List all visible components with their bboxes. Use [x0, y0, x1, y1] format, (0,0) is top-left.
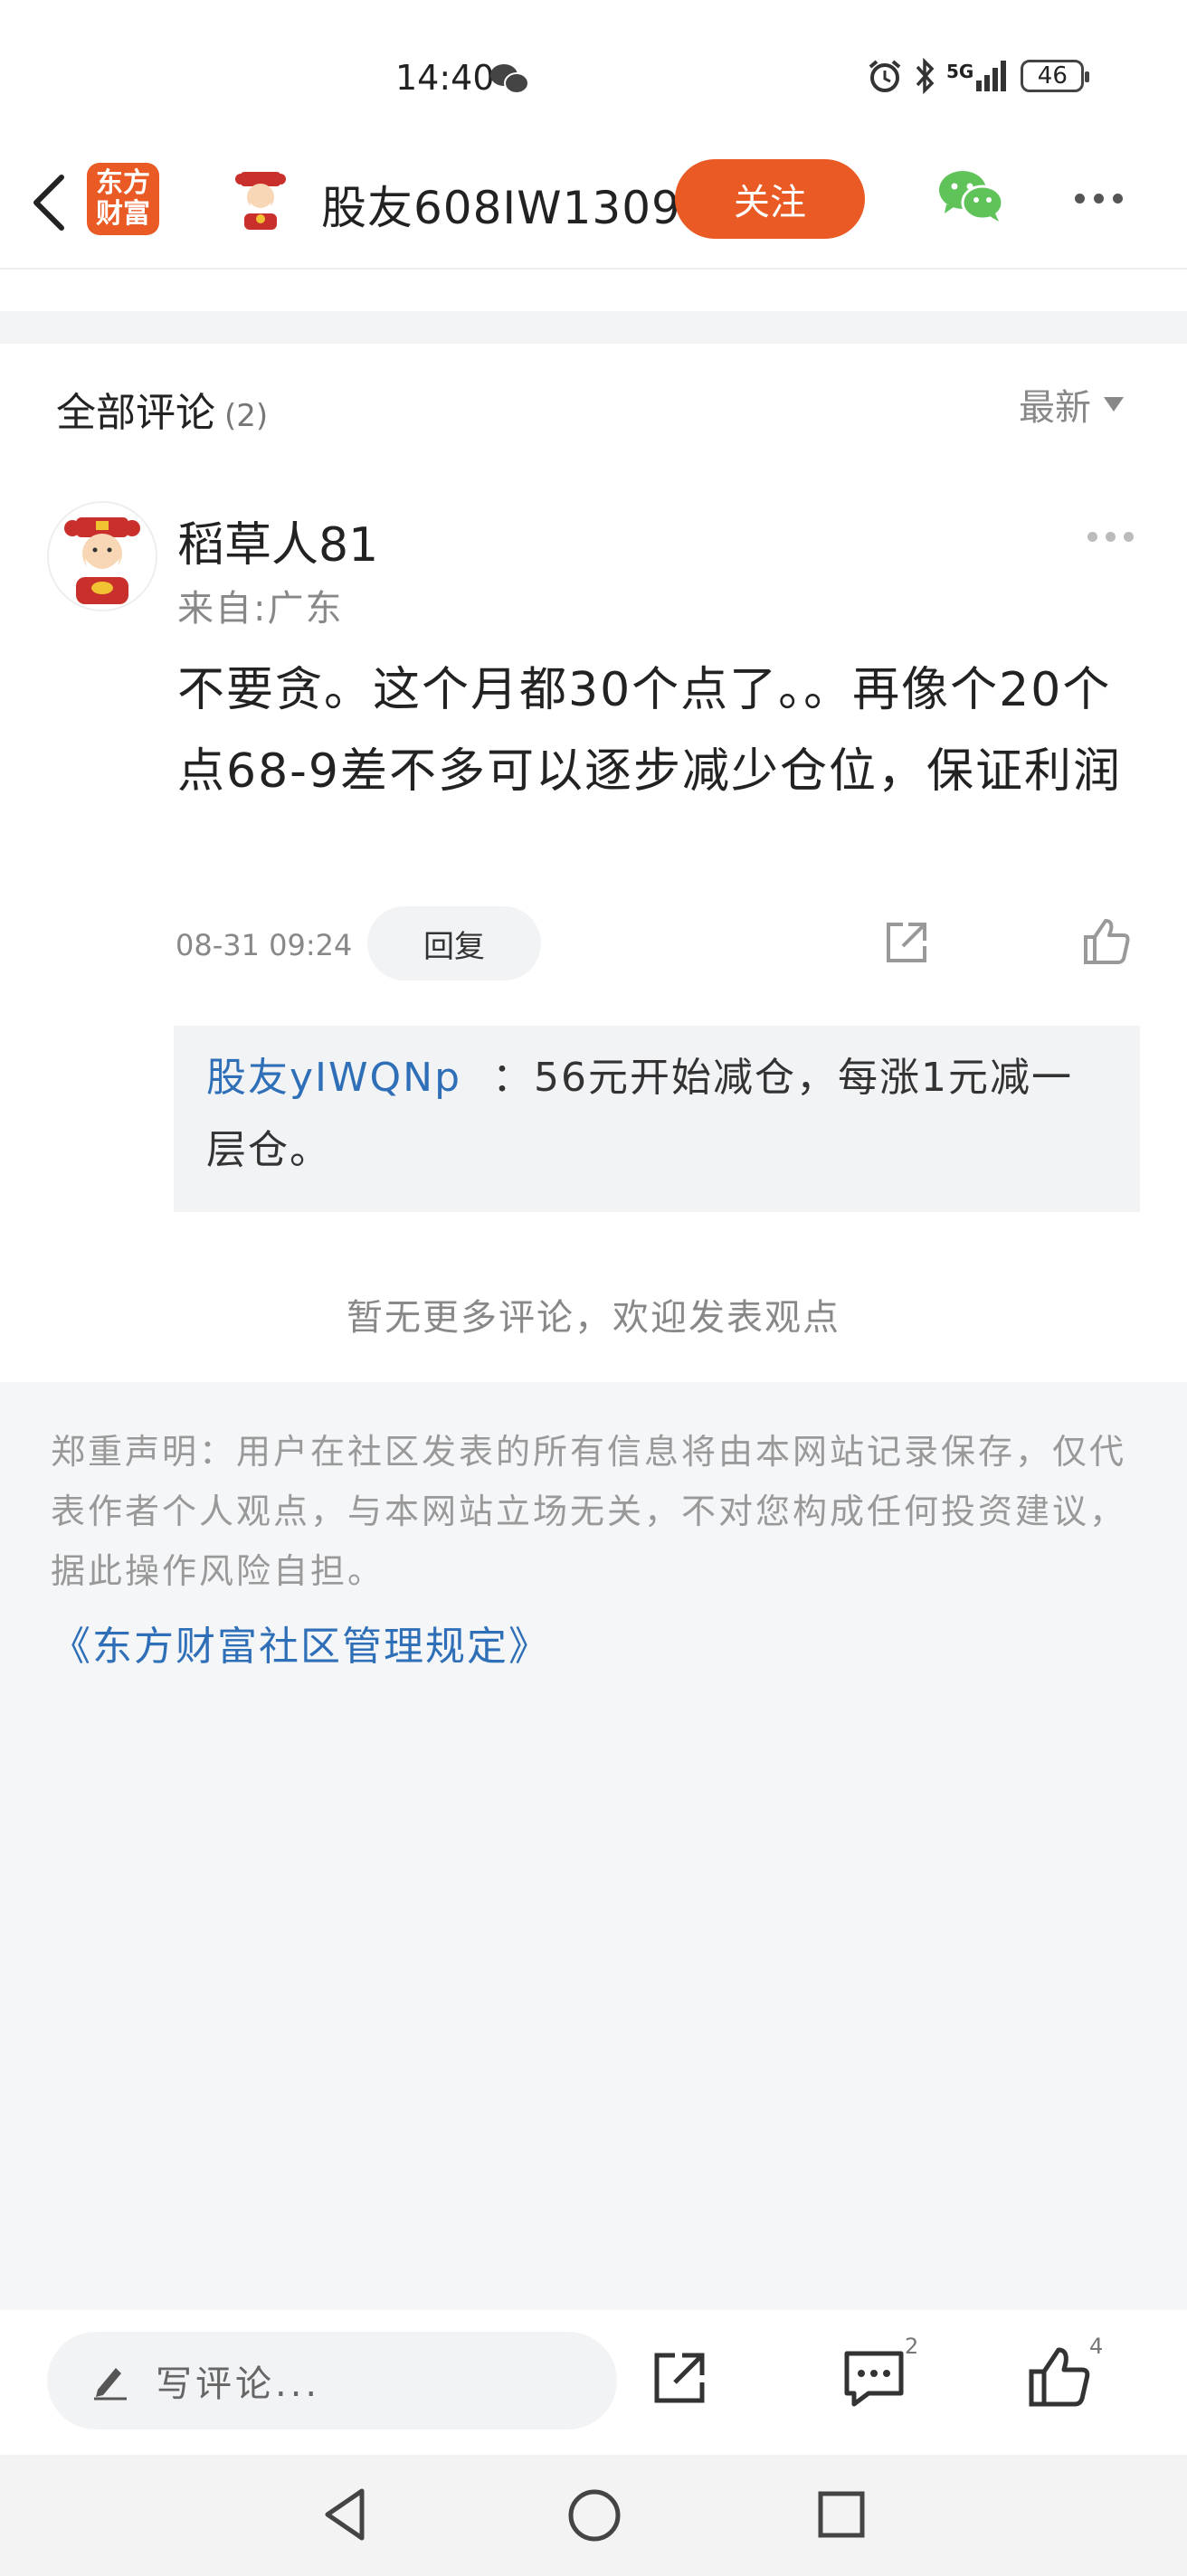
reply-content: 股友yIWQNp ：56元开始减仓，每涨1元减一层仓。 [206, 1042, 1107, 1187]
section-divider [0, 311, 1187, 344]
battery-level: 46 [1037, 62, 1068, 90]
header-username: 股友608IW13096 [321, 182, 711, 234]
comment-timestamp: 08-31 09:24 [176, 928, 353, 962]
more-options-icon[interactable] [1075, 194, 1123, 204]
wechat-notification-icon [489, 62, 530, 99]
nav-back-icon[interactable] [320, 2486, 369, 2547]
likes-count-badge: 4 [1089, 2334, 1104, 2359]
follow-button[interactable]: 关注 [675, 159, 865, 239]
brand-line-1: 东方 [96, 167, 150, 199]
author-avatar-small[interactable] [228, 166, 293, 232]
like-icon[interactable]: 4 [1026, 2334, 1103, 2415]
sort-dropdown[interactable]: 最新 [1019, 378, 1124, 431]
nav-home-icon[interactable] [566, 2487, 622, 2547]
write-comment-input[interactable]: 写评论... [47, 2332, 617, 2429]
battery-icon: 46 [1021, 60, 1090, 92]
signal-5g-icon: 5G [946, 61, 1007, 91]
eastmoney-logo[interactable]: 东方 财富 [87, 163, 159, 235]
share-icon[interactable] [881, 917, 932, 971]
dropdown-arrow-icon [1104, 397, 1124, 412]
comment-text: 不要贪。这个月都30个点了。。再像个20个点68-9差不多可以逐步减少仓位，保证… [177, 663, 1123, 799]
comment-more-icon[interactable] [1087, 532, 1134, 542]
comments-title-text: 全部评论 [56, 390, 215, 436]
reply-preview[interactable]: 股友yIWQNp ：56元开始减仓，每涨1元减一层仓。 [174, 1026, 1140, 1212]
commenter-username[interactable]: 稻草人81 [177, 507, 378, 574]
status-time: 14:40 [395, 58, 495, 98]
share-icon[interactable] [648, 2346, 711, 2413]
network-type: 5G [946, 61, 974, 82]
back-icon[interactable] [27, 170, 72, 235]
brand-line-2: 财富 [96, 198, 150, 230]
commenter-avatar[interactable] [47, 501, 157, 611]
comments-section-title: 全部评论 (2) [56, 380, 268, 438]
disclaimer-text: 郑重声明：用户在社区发表的所有信息将由本网站记录保存，仅代表作者个人观点，与本网… [51, 1432, 1127, 1591]
community-rules-link[interactable]: 《东方财富社区管理规定》 [51, 1614, 550, 1672]
reply-button[interactable]: 回复 [367, 906, 541, 980]
commenter-location: 来自:广东 [177, 588, 344, 630]
comments-icon[interactable]: 2 [841, 2334, 918, 2415]
comment-input-placeholder: 写评论... [156, 2363, 321, 2405]
thumbs-up-icon[interactable] [1080, 915, 1133, 971]
comments-count: (2) [224, 398, 269, 434]
nav-recent-apps-icon[interactable] [816, 2489, 867, 2543]
wechat-share-icon[interactable] [937, 168, 1006, 228]
alarm-icon [869, 60, 901, 92]
reply-username[interactable]: 股友yIWQNp [206, 1055, 461, 1101]
pen-icon [94, 2368, 127, 2401]
comments-count-badge: 2 [905, 2334, 919, 2359]
no-more-comments-text: 暂无更多评论，欢迎发表观点 [347, 1297, 840, 1339]
reply-separator: ： [492, 1055, 534, 1101]
status-indicators: 5G 46 [867, 58, 1090, 94]
sort-label: 最新 [1019, 387, 1091, 429]
bluetooth-icon [916, 58, 935, 94]
